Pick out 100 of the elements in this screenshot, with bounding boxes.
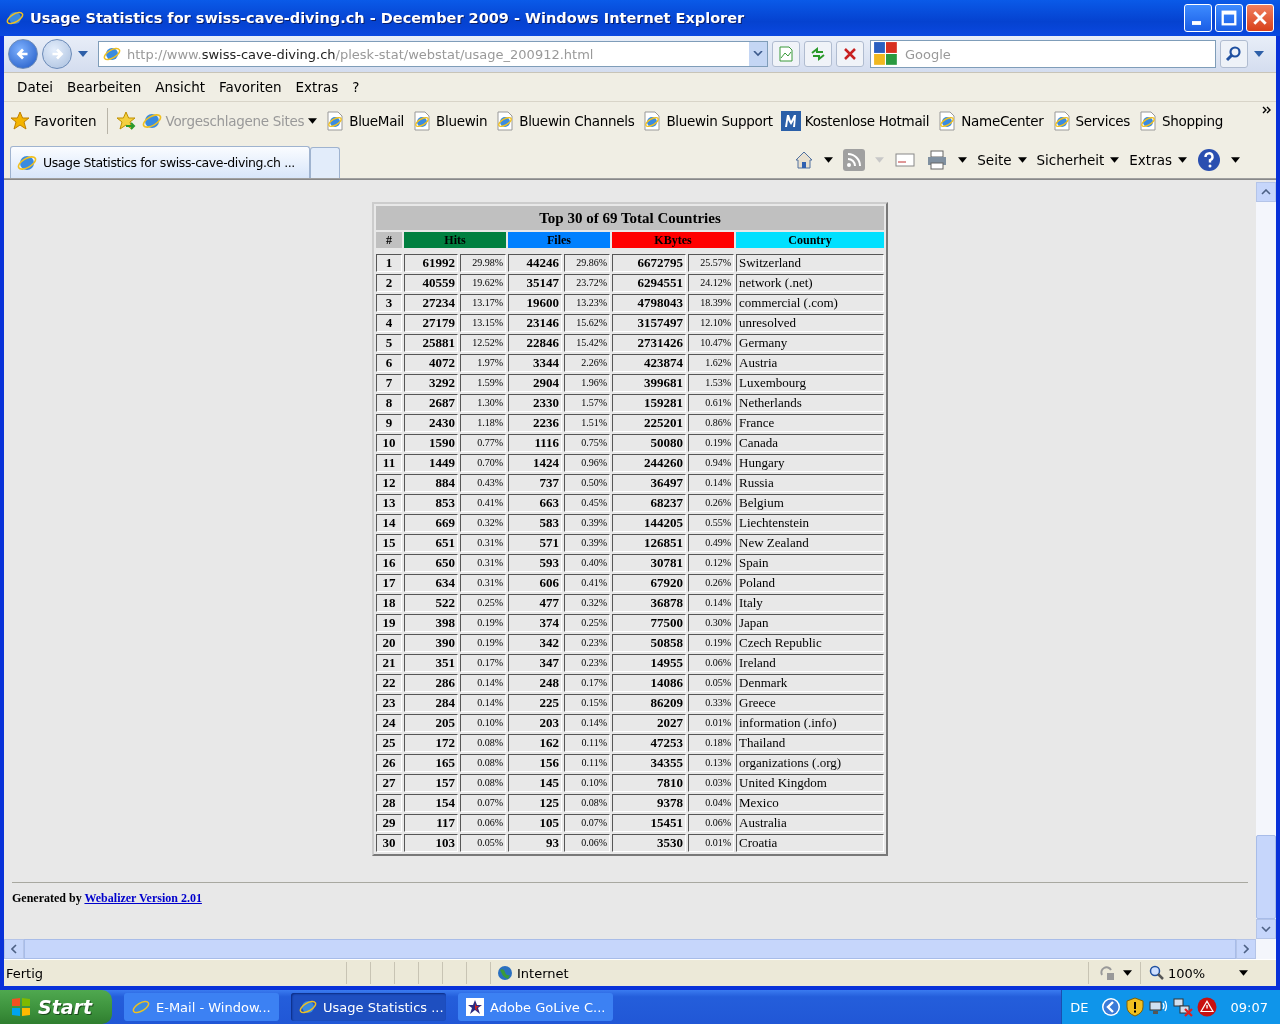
table-cell: 117	[404, 814, 458, 832]
caret-icon[interactable]	[1231, 157, 1240, 163]
shield-icon[interactable]	[1124, 997, 1145, 1017]
printer-icon[interactable]	[926, 149, 949, 171]
favorite-link[interactable]: Kostenlose Hotmail	[778, 109, 932, 133]
table-cell: 0.26%	[688, 574, 734, 592]
menu-item[interactable]: Datei	[10, 77, 61, 97]
favorite-link[interactable]: Bluewin	[410, 109, 490, 133]
table-cell: 0.06%	[688, 814, 734, 832]
table-cell: 347	[508, 654, 562, 672]
chevron-icon[interactable]	[1262, 106, 1272, 114]
table-cell: 44246	[508, 254, 562, 272]
webalizer-link[interactable]: Webalizer Version 2.01	[84, 891, 202, 905]
table-cell: 0.86%	[688, 414, 734, 432]
start-button[interactable]: Start	[0, 990, 112, 1024]
favorites-button[interactable]: Favoriten	[8, 109, 99, 133]
table-cell: 0.15%	[564, 694, 610, 712]
table-cell: 669	[404, 514, 458, 532]
table-cell: 3530	[612, 834, 686, 852]
protected-mode-icon[interactable]	[1099, 965, 1115, 981]
table-cell: 20	[376, 634, 402, 652]
tray-expand-icon[interactable]	[1100, 997, 1121, 1017]
taskbar-button[interactable]: E-Mail - Window...	[124, 993, 279, 1021]
taskbar-button[interactable]: Adobe GoLive C...	[458, 993, 613, 1021]
refresh-button[interactable]	[804, 41, 832, 67]
menu-item[interactable]: Extras	[288, 77, 346, 97]
table-cell: 13	[376, 494, 402, 512]
menu-item[interactable]: Favoriten	[212, 77, 289, 97]
table-cell: 0.30%	[688, 614, 734, 632]
command-menu[interactable]: Seite	[977, 152, 1027, 168]
table-cell: 0.08%	[460, 734, 506, 752]
dropdown-icon[interactable]	[753, 51, 763, 57]
network-disconnected-icon[interactable]	[1172, 997, 1193, 1017]
table-cell: 1.53%	[688, 374, 734, 392]
favorite-link[interactable]: BlueMail	[323, 109, 407, 133]
table-cell: 27	[376, 774, 402, 792]
table-cell: Luxembourg	[736, 374, 884, 392]
feed-icon[interactable]	[843, 149, 866, 171]
horizontal-scrollbar[interactable]	[4, 939, 1276, 959]
stop-button[interactable]	[836, 41, 864, 67]
window-title: Usage Statistics for swiss-cave-diving.ch - December 2009 - Windows Internet Explorer	[30, 10, 746, 26]
caret-icon	[1017, 157, 1027, 163]
close-icon	[1252, 10, 1268, 26]
help-icon[interactable]	[1197, 148, 1221, 172]
table-cell: 0.07%	[564, 814, 610, 832]
table-cell: 7810	[612, 774, 686, 792]
add-favorite-icon[interactable]	[115, 111, 136, 131]
table-cell: 0.70%	[460, 454, 506, 472]
menu-item[interactable]: Bearbeiten	[60, 77, 149, 97]
home-icon[interactable]	[794, 150, 815, 170]
address-field[interactable]: http://www.swiss-cave-diving.ch/plesk-stat/webstat/usage_200912.html	[98, 41, 768, 67]
table-cell: 93	[508, 834, 562, 852]
zoom-control[interactable]: 100%	[1140, 962, 1252, 984]
favorite-link[interactable]: NameCenter	[935, 109, 1046, 133]
table-cell: 157	[404, 774, 458, 792]
table-cell: 23146	[508, 314, 562, 332]
favorite-link[interactable]: Shopping	[1136, 109, 1226, 133]
table-cell: 68237	[612, 494, 686, 512]
table-cell: 13.15%	[460, 314, 506, 332]
table-cell: 571	[508, 534, 562, 552]
command-menu[interactable]: Sicherheit	[1036, 152, 1120, 168]
table-cell: 1449	[404, 454, 458, 472]
caret-icon[interactable]	[824, 157, 834, 163]
table-cell: 286	[404, 674, 458, 692]
favorite-link[interactable]: Bluewin Support	[640, 109, 775, 133]
caret-icon[interactable]	[1123, 970, 1132, 976]
minimize-button[interactable]	[1184, 4, 1212, 32]
table-cell: Czech Republic	[736, 634, 884, 652]
caret-icon[interactable]	[958, 157, 968, 163]
close-button[interactable]	[1246, 4, 1274, 32]
globe-icon	[103, 45, 121, 63]
favorite-link[interactable]: Services	[1049, 109, 1133, 133]
vertical-scrollbar[interactable]	[1256, 182, 1276, 939]
table-cell: 19	[376, 614, 402, 632]
browser-tab[interactable]: Usage Statistics for swiss-cave-diving.ch ...	[10, 146, 310, 178]
search-button[interactable]	[1220, 40, 1248, 68]
table-cell: Spain	[736, 554, 884, 572]
table-cell: 0.43%	[460, 474, 506, 492]
table-cell: 0.14%	[460, 674, 506, 692]
taskbar-button[interactable]: Usage Statistics ...	[291, 993, 446, 1021]
command-menu[interactable]: Extras	[1129, 152, 1187, 168]
back-button[interactable]	[8, 39, 38, 69]
table-cell: organizations (.org)	[736, 754, 884, 772]
favorite-link[interactable]: Bluewin Channels	[493, 109, 637, 133]
table-cell: 26	[376, 754, 402, 772]
table-cell: 2027	[612, 714, 686, 732]
scroll-thumb[interactable]	[1256, 835, 1276, 919]
maximize-button[interactable]	[1215, 4, 1243, 32]
table-cell: 737	[508, 474, 562, 492]
menu-item[interactable]: Ansicht	[148, 77, 213, 97]
table-cell: 398	[404, 614, 458, 632]
table-cell: information (.info)	[736, 714, 884, 732]
minimize-icon	[1191, 21, 1201, 25]
forward-button[interactable]	[42, 39, 72, 69]
table-cell: 0.08%	[460, 754, 506, 772]
warning-icon[interactable]	[1196, 997, 1217, 1017]
table-cell: 205	[404, 714, 458, 732]
table-cell: Mexico	[736, 794, 884, 812]
security-zone[interactable]: Internet	[490, 962, 760, 984]
menu-item[interactable]: ?	[345, 77, 367, 97]
